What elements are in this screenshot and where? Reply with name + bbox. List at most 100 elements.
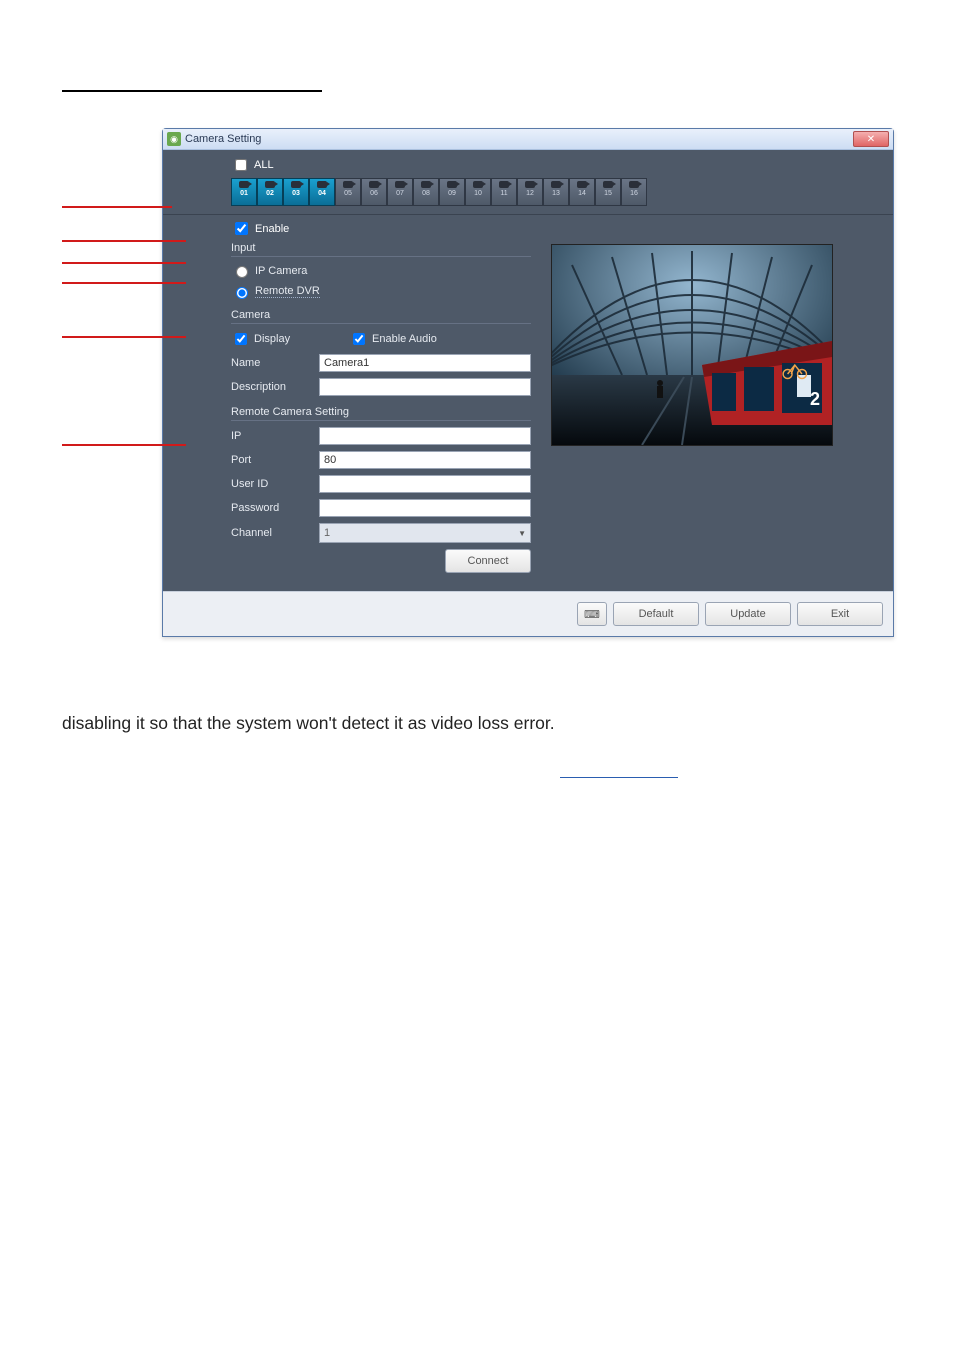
camera-icon-03[interactable]: 03 xyxy=(283,178,309,206)
camera-lens-icon xyxy=(239,181,249,188)
port-input[interactable] xyxy=(319,451,531,469)
camera-icon-15[interactable]: 15 xyxy=(595,178,621,206)
enable-label: Enable xyxy=(255,223,289,235)
connect-button[interactable]: Connect xyxy=(445,549,531,573)
group-remote: Remote Camera Setting IP Port User ID xyxy=(231,406,531,573)
update-button[interactable]: Update xyxy=(705,602,791,626)
description-label: Description xyxy=(231,381,311,393)
camera-number: 09 xyxy=(448,190,456,197)
camera-lens-icon xyxy=(603,181,613,188)
camera-number: 06 xyxy=(370,190,378,197)
camera-icon-11[interactable]: 11 xyxy=(491,178,517,206)
camera-lens-icon xyxy=(499,181,509,188)
camera-lens-icon xyxy=(291,181,301,188)
group-input: Input IP Camera Remote DVR xyxy=(231,242,531,299)
titlebar: ◉ Camera Setting ✕ xyxy=(163,129,893,150)
default-button[interactable]: Default xyxy=(613,602,699,626)
camera-icon-10[interactable]: 10 xyxy=(465,178,491,206)
ip-label: IP xyxy=(231,430,311,442)
camera-icon-08[interactable]: 08 xyxy=(413,178,439,206)
camera-number: 12 xyxy=(526,190,534,197)
group-camera-title: Camera xyxy=(231,309,531,324)
svg-text:2: 2 xyxy=(810,389,820,409)
camera-number: 05 xyxy=(344,190,352,197)
camera-icon-01[interactable]: 01 xyxy=(231,178,257,206)
camera-lens-icon xyxy=(421,181,431,188)
camera-lens-icon xyxy=(343,181,353,188)
camera-icon-12[interactable]: 12 xyxy=(517,178,543,206)
exit-button[interactable]: Exit xyxy=(797,602,883,626)
camera-lens-icon xyxy=(395,181,405,188)
user-id-label: User ID xyxy=(231,478,311,490)
camera-lens-icon xyxy=(369,181,379,188)
camera-icon-07[interactable]: 07 xyxy=(387,178,413,206)
radio-remote-dvr-label: Remote DVR xyxy=(255,285,320,298)
camera-lens-icon xyxy=(525,181,535,188)
description-input[interactable] xyxy=(319,378,531,396)
camera-number: 15 xyxy=(604,190,612,197)
camera-number: 04 xyxy=(318,190,326,197)
keyboard-button[interactable]: ⌨ xyxy=(577,602,607,626)
camera-icon-02[interactable]: 02 xyxy=(257,178,283,206)
camera-number: 14 xyxy=(578,190,586,197)
window-title: Camera Setting xyxy=(185,133,261,145)
camera-number: 11 xyxy=(500,190,507,197)
camera-number: 03 xyxy=(292,190,300,197)
camera-number: 07 xyxy=(396,190,404,197)
body-text: disabling it so that the system won't de… xyxy=(62,703,914,743)
camera-icon-14[interactable]: 14 xyxy=(569,178,595,206)
camera-icon-05[interactable]: 05 xyxy=(335,178,361,206)
camera-number: 13 xyxy=(552,190,560,197)
display-checkbox[interactable]: Display xyxy=(231,330,341,348)
display-label: Display xyxy=(254,333,290,345)
camera-number: 10 xyxy=(474,190,482,197)
name-label: Name xyxy=(231,357,311,369)
port-label: Port xyxy=(231,454,311,466)
ip-input[interactable] xyxy=(319,427,531,445)
camera-lens-icon xyxy=(629,181,639,188)
camera-setting-window: ◉ Camera Setting ✕ ALL 01020304050607080… xyxy=(162,128,894,637)
camera-selector-strip: 01 02 03 04 05 06 07 08 09 10 11 12 13 14 15 16 xyxy=(231,178,885,206)
camera-number: 16 xyxy=(630,190,638,197)
camera-lens-icon xyxy=(551,181,561,188)
camera-preview: 2 xyxy=(551,244,833,446)
camera-icon-06[interactable]: 06 xyxy=(361,178,387,206)
link-underline xyxy=(560,759,678,778)
camera-icon-04[interactable]: 04 xyxy=(309,178,335,206)
channel-value: 1 xyxy=(324,527,330,539)
camera-number: 08 xyxy=(422,190,430,197)
camera-lens-icon xyxy=(447,181,457,188)
close-icon[interactable]: ✕ xyxy=(853,131,889,147)
camera-number: 02 xyxy=(266,190,274,197)
section-heading-underline xyxy=(62,60,322,92)
group-input-title: Input xyxy=(231,242,531,257)
camera-icon-16[interactable]: 16 xyxy=(621,178,647,206)
password-input[interactable] xyxy=(319,499,531,517)
group-camera: Camera Display Enable Audio xyxy=(231,309,531,396)
channel-select[interactable]: 1 ▼ xyxy=(319,523,531,543)
channel-label: Channel xyxy=(231,527,311,539)
camera-number: 01 xyxy=(240,190,248,197)
camera-lens-icon xyxy=(317,181,327,188)
dialog-footer: ⌨ Default Update Exit xyxy=(163,591,893,636)
enable-audio-label: Enable Audio xyxy=(372,333,437,345)
all-label: ALL xyxy=(254,159,274,171)
enable-checkbox[interactable] xyxy=(235,222,248,235)
enable-audio-checkbox[interactable]: Enable Audio xyxy=(349,330,437,348)
camera-icon-13[interactable]: 13 xyxy=(543,178,569,206)
chevron-down-icon: ▼ xyxy=(518,529,526,538)
radio-remote-dvr[interactable]: Remote DVR xyxy=(231,284,320,299)
all-checkbox[interactable] xyxy=(235,159,247,171)
camera-lens-icon xyxy=(265,181,275,188)
keyboard-icon: ⌨ xyxy=(584,608,600,621)
camera-lens-icon xyxy=(577,181,587,188)
group-remote-title: Remote Camera Setting xyxy=(231,406,531,421)
camera-icon-09[interactable]: 09 xyxy=(439,178,465,206)
radio-ip-camera[interactable]: IP Camera xyxy=(231,263,307,278)
name-input[interactable] xyxy=(319,354,531,372)
callout-lines xyxy=(62,132,172,492)
camera-lens-icon xyxy=(473,181,483,188)
password-label: Password xyxy=(231,502,311,514)
user-id-input[interactable] xyxy=(319,475,531,493)
radio-ip-camera-label: IP Camera xyxy=(255,265,307,277)
